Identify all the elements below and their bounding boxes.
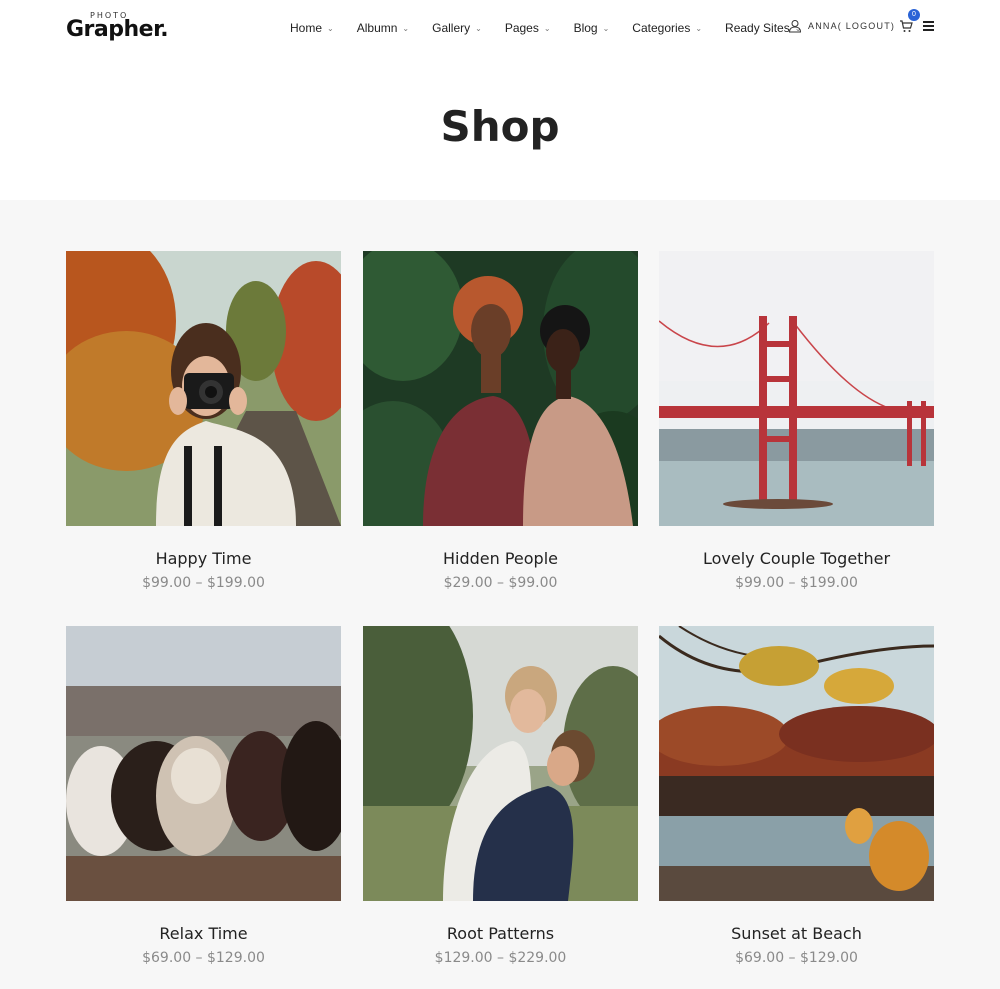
nav-item-pages[interactable]: Pages ⌄ [505, 21, 551, 35]
product-price: $129.00 – $229.00 [434, 950, 567, 966]
nav-label: Pages [504, 21, 539, 35]
nav-item-home[interactable]: Home ⌄ [290, 21, 334, 35]
cart-icon[interactable] [899, 19, 913, 33]
product-card[interactable]: Hidden People $29.00 – $99.00 [363, 251, 638, 591]
chevron-down-icon: ⌄ [695, 23, 703, 33]
user-account-link[interactable]: ANNA( LOGOUT) [788, 19, 895, 33]
logo-name: Grapher. [66, 17, 169, 42]
product-name[interactable]: Hidden People [363, 549, 638, 568]
nav-label: Albumn [356, 21, 398, 35]
nav-label: Ready Sites [725, 21, 790, 35]
photo-autumn-lake[interactable] [659, 626, 934, 901]
chevron-down-icon: ⌄ [327, 23, 334, 33]
user-icon [788, 20, 802, 33]
nav-label: Home [290, 21, 323, 35]
nav-label: Gallery [432, 21, 471, 35]
product-name[interactable]: Root Patterns [363, 924, 638, 943]
photo-woman-camera[interactable] [66, 251, 341, 526]
nav-item-blog[interactable]: Blog ⌄ [574, 21, 610, 35]
hamburger-menu-icon[interactable] [923, 21, 934, 31]
product-price: $69.00 – $129.00 [735, 950, 858, 966]
chevron-down-icon: ⌄ [475, 23, 482, 33]
chevron-down-icon: ⌄ [602, 23, 610, 33]
nav-label: Blog [573, 21, 598, 35]
product-card[interactable]: Happy Time $99.00 – $199.00 [66, 251, 341, 591]
product-name[interactable]: Lovely Couple Together [659, 549, 934, 568]
page-title-band: Shop [0, 56, 1000, 200]
site-header: PHOTO Grapher. Home ⌄ Albumn ⌄ Gallery ⌄ Pa… [0, 0, 1000, 56]
product-name[interactable]: Sunset at Beach [659, 924, 934, 943]
product-card[interactable]: Sunset at Beach $69.00 – $129.00 [659, 626, 934, 966]
product-card[interactable]: Relax Time $69.00 – $129.00 [66, 626, 341, 966]
user-logout-label: ANNA( LOGOUT) [808, 21, 896, 31]
photo-golden-gate-bridge[interactable] [659, 251, 934, 526]
nav-item-albumn[interactable]: Albumn ⌄ [357, 21, 409, 35]
nav-item-categories[interactable]: Categories ⌄ [632, 21, 702, 35]
product-card[interactable]: Root Patterns $129.00 – $229.00 [363, 626, 638, 966]
main-nav: Home ⌄ Albumn ⌄ Gallery ⌄ Pages ⌄ Blog ⌄ Cate… [290, 18, 824, 38]
site-logo[interactable]: PHOTO Grapher. [66, 11, 169, 43]
product-price: $99.00 – $199.00 [735, 575, 858, 591]
cart-count-badge: 0 [908, 9, 920, 21]
product-price: $99.00 – $199.00 [142, 575, 265, 591]
product-name[interactable]: Happy Time [66, 549, 341, 568]
product-name[interactable]: Relax Time [66, 924, 341, 943]
product-card[interactable]: Lovely Couple Together $99.00 – $199.00 [659, 251, 934, 591]
nav-item-gallery[interactable]: Gallery ⌄ [432, 21, 482, 35]
photo-couple-hug[interactable] [363, 626, 638, 901]
photo-cows[interactable] [66, 626, 341, 901]
chevron-down-icon: ⌄ [402, 23, 410, 33]
nav-label: Categories [632, 21, 691, 35]
product-grid: Happy Time $99.00 – $199.00 Hidden Peopl… [0, 200, 1000, 989]
product-price: $69.00 – $129.00 [142, 950, 265, 966]
photo-couple-jungle[interactable] [363, 251, 638, 526]
page-title: Shop [440, 102, 560, 151]
chevron-down-icon: ⌄ [543, 23, 551, 33]
product-price: $29.00 – $99.00 [443, 575, 558, 591]
